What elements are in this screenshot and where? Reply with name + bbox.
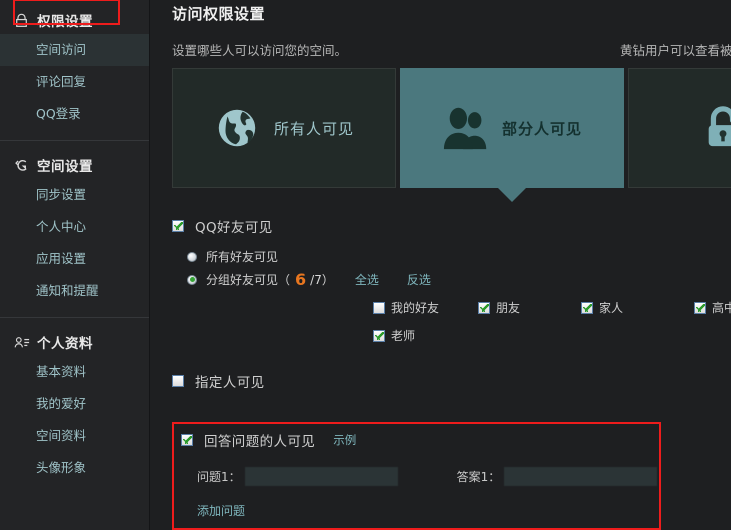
sidebar-item-sync-settings[interactable]: 同步设置 [0,179,149,211]
sidebar-item-avatar[interactable]: 头像形象 [0,452,149,484]
example-link[interactable]: 示例 [333,432,356,448]
friend-group-checkbox[interactable] [694,301,706,314]
friend-group-label: 老师 [391,329,416,343]
sidebar-divider-2 [0,317,149,318]
question-gate-label: 回答问题的人可见 [204,434,316,450]
question-field-row: 问题1： 答案1： [197,467,658,486]
radio-all-friends-label: 所有好友可见 [206,250,279,264]
radio-grouped-friends-control[interactable] [187,274,197,285]
question-gate-panel: 回答问题的人可见 示例 问题1： 答案1： 添加问题 [172,422,661,530]
add-question-link[interactable]: 添加问题 [197,502,245,519]
friend-group-checkbox[interactable] [478,301,490,314]
specified-people-checkbox[interactable] [172,375,184,387]
sidebar-group-title: 权限设置 [37,14,93,30]
sidebar-group-title: 个人资料 [37,336,93,352]
globe-icon [214,105,260,151]
sidebar-item-comment-reply[interactable]: 评论回复 [0,66,149,98]
friend-group-checkbox[interactable] [373,301,385,314]
question-gate-option[interactable]: 回答问题的人可见 示例 [181,430,356,450]
friend-group-my-friends[interactable]: 我的好友 [373,299,478,316]
selected-card-arrow [497,187,527,202]
friend-group-row: 老师 [373,327,731,344]
friend-group-row: 我的好友 朋友 家人 高中同学 大学同学 [373,299,731,316]
sidebar-group-title: 空间设置 [37,159,93,175]
friend-group-label: 我的好友 [391,301,440,315]
radio-grouped-friends[interactable]: 分组好友可见（ 6 /7） 全选 反选 [187,270,431,289]
question-input[interactable] [244,467,398,486]
visibility-card-label: 部分人可见 [501,119,582,138]
total-group-count: /7） [310,273,334,287]
permission-settings-page: 权限设置 空间访问 评论回复 QQ登录 空间设置 同步设置 个人中心 应用设置 … [0,0,731,530]
radio-all-friends[interactable]: 所有好友可见 [187,248,278,265]
sidebar-item-personal-center[interactable]: 个人中心 [0,211,149,243]
page-subtitle: 设置哪些人可以访问您的空间。 [172,43,348,58]
select-all-link[interactable]: 全选 [355,271,379,288]
lock-icon [702,105,731,151]
padlock-icon [14,13,29,28]
radio-all-friends-control[interactable] [187,251,197,262]
sidebar-group-header-profile[interactable]: 个人资料 [0,328,149,356]
friend-group-list: 我的好友 朋友 家人 高中同学 大学同学 [373,299,731,355]
sidebar-group-header-space-settings[interactable]: 空间设置 [0,151,149,179]
invert-selection-link[interactable]: 反选 [407,271,431,288]
specified-people-option[interactable]: 指定人可见 [172,371,265,391]
profile-card-icon [14,335,30,350]
friend-group-friends[interactable]: 朋友 [478,299,581,316]
question-field-label: 问题1： [197,470,241,484]
sidebar-group-profile: 个人资料 基本资料 我的爱好 空间资料 头像形象 [0,328,149,484]
answer-input[interactable] [504,467,658,486]
qq-friends-option[interactable]: QQ好友可见 [172,216,273,236]
sidebar-item-space-access[interactable]: 空间访问 [0,34,149,66]
visibility-card-partial[interactable]: 部分人可见 [400,68,624,202]
qq-friends-label: QQ好友可见 [195,220,273,236]
page-title: 访问权限设置 [172,5,266,23]
friend-group-highschool[interactable]: 高中同学 [694,299,731,316]
visibility-card-everyone[interactable]: 所有人可见 [172,68,396,188]
sidebar-item-space-profile[interactable]: 空间资料 [0,420,149,452]
friend-group-checkbox[interactable] [373,329,385,342]
sidebar-divider-1 [0,140,149,141]
qq-friends-checkbox[interactable] [172,220,184,232]
question-gate-checkbox[interactable] [181,434,193,446]
sidebar-item-my-hobbies[interactable]: 我的爱好 [0,388,149,420]
sidebar-group-space-settings: 空间设置 同步设置 个人中心 应用设置 通知和提醒 [0,151,149,307]
answer-field-label: 答案1： [456,470,501,484]
friend-group-label: 高中同学 [712,301,731,315]
sidebar-item-notifications[interactable]: 通知和提醒 [0,275,149,307]
sidebar-item-basic-profile[interactable]: 基本资料 [0,356,149,388]
visibility-card-group: 所有人可见 部分人可见 [172,68,731,202]
friend-group-checkbox[interactable] [581,301,593,314]
selected-group-count: 6 [295,270,307,289]
sidebar-item-qq-login[interactable]: QQ登录 [0,98,149,130]
sidebar-group-header-permissions[interactable]: 权限设置 [0,6,149,34]
space-settings-icon [14,158,29,173]
sidebar-item-app-settings[interactable]: 应用设置 [0,243,149,275]
visibility-card-label: 所有人可见 [273,119,354,138]
two-people-icon [442,105,488,151]
radio-grouped-friends-label: 分组好友可见（ [206,273,291,287]
visibility-card-private[interactable]: 仅 [628,68,731,188]
vip-note: 黄钻用户可以查看被权限 [620,43,731,58]
sidebar: 权限设置 空间访问 评论回复 QQ登录 空间设置 同步设置 个人中心 应用设置 … [0,0,150,530]
sidebar-group-permissions: 权限设置 空间访问 评论回复 QQ登录 [0,6,149,130]
friend-group-label: 家人 [599,301,624,315]
friend-group-family[interactable]: 家人 [581,299,694,316]
friend-group-label: 朋友 [496,301,521,315]
specified-people-label: 指定人可见 [195,375,265,391]
friend-group-teacher[interactable]: 老师 [373,327,478,344]
